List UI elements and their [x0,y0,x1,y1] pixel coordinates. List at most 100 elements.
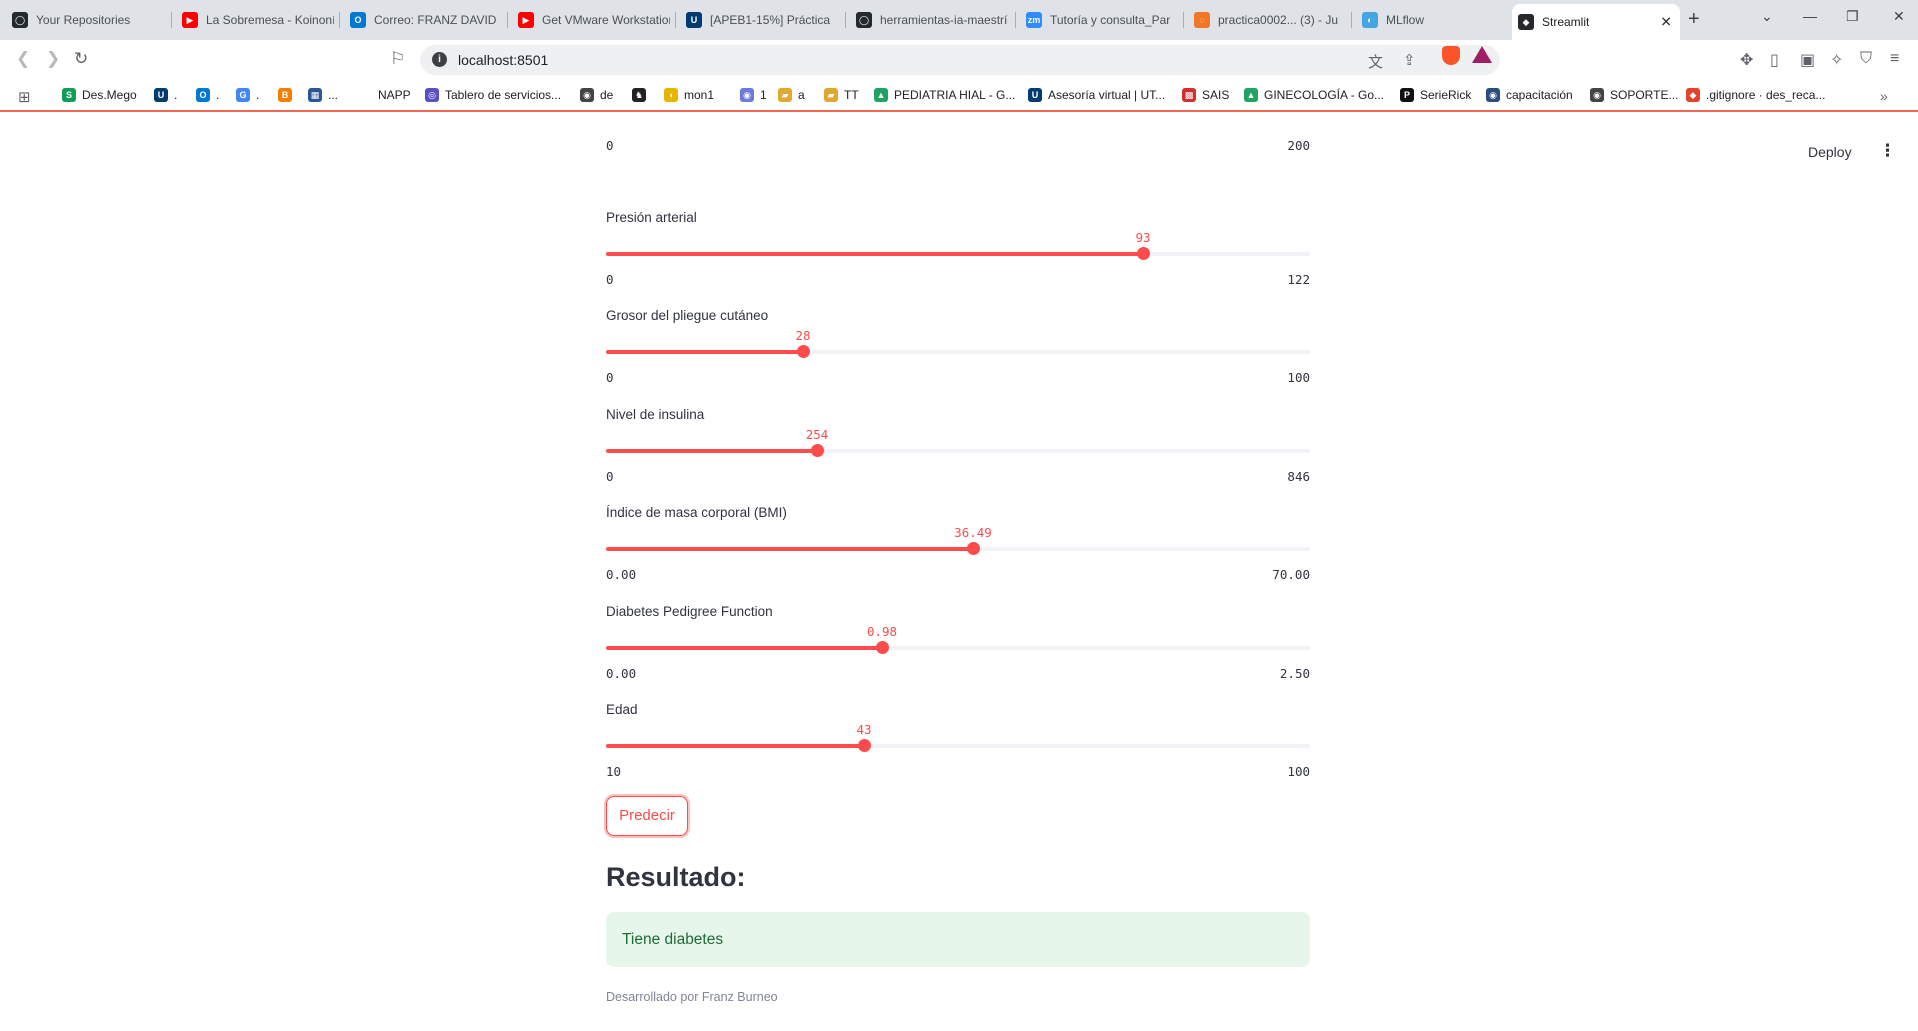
bookmark-item[interactable]: ▦... [308,88,338,102]
slider-track[interactable] [606,247,1310,260]
slider-4: Índice de masa corporal (BMI) 36.49 0.00 70… [606,505,1310,595]
bookmark-item[interactable]: O. [196,88,219,102]
slider-track[interactable] [606,542,1310,556]
bookmark-item[interactable]: P SerieRick [1400,88,1471,102]
bookmark-item[interactable]: S Des.Mego [62,88,137,102]
bookmark-item[interactable]: ▲ GINECOLOGÍA - Go... [1244,88,1384,102]
tab-title: [APEB1-15%] Práctica [710,13,831,27]
reload-icon[interactable]: ↻ [74,49,88,69]
predict-button[interactable]: Predecir [606,796,688,836]
bookmark-favicon-icon: P [1400,88,1414,102]
slider-fill [606,744,864,748]
slider-label: Grosor del pliegue cutáneo [606,308,769,324]
wallet-icon[interactable]: ▣ [1800,50,1815,70]
browser-tab[interactable]: ◯ Your Repositories [6,6,164,34]
bookmark-item[interactable]: G. [236,88,259,102]
tab-favicon-icon: ◯ [856,12,872,28]
back-icon[interactable]: ❮ [16,49,30,69]
more-bookmarks-icon[interactable]: » [1880,88,1888,104]
bookmark-item[interactable]: ◉ 1 [740,88,767,102]
slider-track[interactable] [606,739,1310,752]
browser-tab[interactable]: ▶ La Sobremesa - Koinonía [176,6,334,34]
bookmark-item[interactable]: ◆ .gitignore · des_reca... [1686,88,1825,102]
bookmark-favicon-icon: G [236,88,250,102]
bookmark-item[interactable]: ▰ TT [824,88,859,102]
bookmark-item[interactable]: ◖ mon1 [664,88,714,102]
bookmark-label: Des.Mego [82,88,137,102]
bookmark-favicon-icon: ◉ [1486,88,1500,102]
share-icon[interactable]: ⇪ [1403,51,1416,69]
bookmark-label: a [798,88,805,102]
tab-streamlit-active[interactable]: ◆ Streamlit ✕ [1512,4,1680,40]
browser-tab[interactable]: ▶ Get VMware Workstation [512,6,670,34]
slider-max-label: 122 [1287,272,1310,287]
extensions-icon[interactable]: ✥ [1740,50,1753,70]
vpn-icon[interactable]: ⛉ [1860,50,1872,68]
tab-search-chevron-icon[interactable]: ⌄ [1761,8,1773,25]
slider-3: Nivel de insulina 254 0 846 [606,407,1310,497]
slider-value: 36.49 [954,525,992,541]
slider-thumb[interactable] [811,443,824,457]
browser-tab[interactable]: ◐ MLflow [1356,6,1514,34]
bookmark-page-icon[interactable]: ⚐ [390,49,405,69]
slider-label: Nivel de insulina [606,406,705,422]
bookmark-item[interactable]: U Asesoría virtual | UT... [1028,88,1165,102]
tab-separator [171,12,172,28]
browser-tab[interactable]: zm Tutoría y consulta_Par [1020,6,1178,34]
slider-thumb[interactable] [967,542,980,556]
tab-favicon-icon: U [686,12,702,28]
forward-icon[interactable]: ❯ [46,49,60,69]
slider-thumb[interactable] [858,739,871,752]
result-heading: Resultado: [606,862,746,892]
menu-icon[interactable]: ≡ [1890,50,1899,68]
bookmark-label: de [600,88,614,102]
leo-ai-icon[interactable]: ✧ [1830,50,1843,70]
bookmark-item[interactable]: ◎ Tablero de servicios... [425,88,561,102]
brave-rewards-icon[interactable] [1472,46,1492,63]
bookmark-item[interactable]: ▩ SAIS [1182,88,1229,102]
bookmark-item[interactable]: ♞ [632,88,652,102]
site-info-icon[interactable]: i [432,52,447,67]
bookmark-favicon-icon: B [278,88,292,102]
bookmark-item[interactable]: ▰ a [778,88,805,102]
bookmark-item[interactable]: ◉ capacitación [1486,88,1573,102]
bookmark-item[interactable]: ◉ SOPORTE... [1590,88,1678,102]
browser-tab[interactable]: O Correo: FRANZ DAVID [344,6,502,34]
slider-thumb[interactable] [1137,247,1150,260]
tab-favicon-icon: ▶ [182,12,198,28]
bookmark-favicon-icon: ◉ [740,88,754,102]
bookmark-item[interactable]: U. [154,88,177,102]
bookmark-label: Tablero de servicios... [445,88,562,102]
url-text[interactable]: localhost:8501 [458,52,548,68]
apps-grid-icon[interactable]: ⊞ [18,88,31,106]
deploy-button[interactable]: Deploy [1808,144,1852,160]
bookmark-label: SOPORTE... [1610,88,1679,102]
slider-track[interactable] [606,345,1310,359]
close-window-icon[interactable]: ✕ [1893,8,1905,25]
bookmark-label: NAPP [378,88,411,102]
browser-tab[interactable]: ◯ herramientas-ia-maestría [850,6,1008,34]
tab-separator [675,12,676,28]
restore-icon[interactable]: ❐ [1846,8,1859,25]
main-menu-icon[interactable]: ⋮ [1879,141,1896,161]
browser-tab[interactable]: U [APEB1-15%] Práctica [680,6,838,34]
bookmark-item[interactable]: ▲ PEDIATRIA HIAL - G... [874,88,1015,102]
omnibox[interactable]: i localhost:8501 文 ⇪ [420,45,1500,75]
slider-track[interactable] [606,443,1310,457]
slider-fill [606,252,1143,256]
bookmark-item[interactable]: NAPP [378,88,411,102]
slider-track[interactable] [606,640,1310,654]
browser-tab[interactable]: ◌ practica0002... (3) - Ju [1188,6,1346,34]
slider-thumb[interactable] [876,640,889,654]
tab-title: Correo: FRANZ DAVID [374,13,497,27]
brave-shields-icon[interactable] [1442,46,1460,65]
close-tab-icon[interactable]: ✕ [1660,14,1672,31]
bookmark-item[interactable]: ◉ de [580,88,613,102]
slider-thumb[interactable] [797,345,810,359]
translate-icon[interactable]: 文 [1368,51,1383,72]
minimize-icon[interactable]: — [1803,8,1817,24]
bookmark-label: GINECOLOGÍA - Go... [1264,88,1385,102]
bookmark-item[interactable]: B [278,88,298,102]
new-tab-icon[interactable]: + [1688,8,1700,31]
sidebar-icon[interactable]: ▯ [1770,50,1779,70]
